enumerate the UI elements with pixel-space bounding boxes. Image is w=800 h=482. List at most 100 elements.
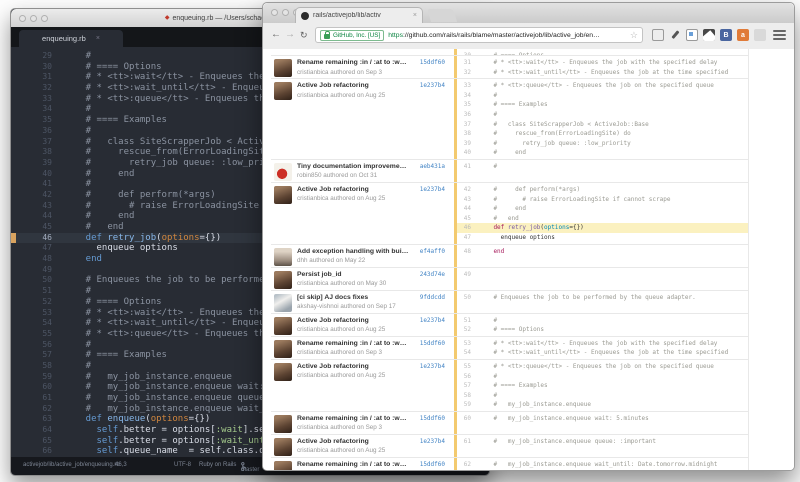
ev-certificate-badge[interactable]: GitHub, Inc. [US] xyxy=(320,30,384,41)
blame-commit-cell: Active Job refactoringcristianbica autho… xyxy=(271,79,454,159)
commit-title: Rename remaining :in / :at to :wait ... xyxy=(297,461,409,468)
editor-code-text: # rescue_from(ErrorLoadingSite) do xyxy=(64,147,292,158)
buffer-extension-icon[interactable]: B xyxy=(720,29,732,41)
editor-tab-enqueuing[interactable]: enqueuing.rb × xyxy=(19,30,123,47)
blame-code-line: 61 # my_job_instance.enqueue queue: :imp… xyxy=(457,437,748,447)
code-segment: # xyxy=(479,317,497,324)
commit-sha-link[interactable]: 1e237b4 xyxy=(409,82,445,159)
avatar xyxy=(274,271,292,289)
line-number[interactable]: 41 xyxy=(457,162,479,172)
line-number[interactable]: 58 xyxy=(457,391,479,401)
avatar xyxy=(274,163,292,181)
back-button[interactable]: ← xyxy=(271,28,281,42)
line-number[interactable]: 57 xyxy=(457,381,479,391)
editor-code-text: # end xyxy=(64,211,134,222)
wrench-extension-icon[interactable] xyxy=(669,29,681,41)
editor-code-text: # xyxy=(64,361,91,372)
code-segment: # my_job_instance.enqueue xyxy=(64,372,232,382)
line-number[interactable]: 53 xyxy=(457,339,479,349)
minimize-window-button[interactable] xyxy=(282,9,289,16)
line-number[interactable]: 43 xyxy=(457,195,479,205)
blame-commit-cell: Active Job refactoringcristianbica autho… xyxy=(271,314,454,336)
line-number[interactable]: 52 xyxy=(457,325,479,335)
commit-sha-link[interactable]: 243d74e xyxy=(409,271,445,290)
line-number[interactable]: 61 xyxy=(457,437,479,447)
line-number[interactable]: 47 xyxy=(457,233,479,243)
commit-sha-link[interactable]: 1e237b4 xyxy=(409,317,445,336)
line-number[interactable]: 36 xyxy=(457,110,479,120)
line-number[interactable]: 55 xyxy=(457,362,479,372)
commit-sha-link[interactable]: 15ddf60 xyxy=(409,415,445,434)
editor-code-text: def retry_job(options={}) xyxy=(64,233,221,244)
line-number[interactable]: 38 xyxy=(457,129,479,139)
commit-sha-link[interactable]: ef4aff0 xyxy=(409,248,445,267)
code-text xyxy=(479,270,748,280)
screenshot-extension-icon[interactable] xyxy=(686,29,698,41)
line-number[interactable]: 35 xyxy=(457,100,479,110)
chrome-menu-icon[interactable] xyxy=(773,30,786,40)
line-number[interactable]: 39 xyxy=(457,139,479,149)
editor-line-number: 59 xyxy=(16,372,64,383)
blame-code-line: 39 # retry_job queue: :low_priority xyxy=(457,139,748,149)
line-number[interactable]: 62 xyxy=(457,460,479,470)
line-number[interactable]: 59 xyxy=(457,400,479,410)
minimize-window-button[interactable] xyxy=(30,15,37,22)
commit-sha-link[interactable]: 1e237b4 xyxy=(409,363,445,411)
blame-code-lines: 62 # my_job_instance.enqueue wait_until:… xyxy=(454,458,748,470)
line-number[interactable]: 32 xyxy=(457,68,479,78)
forward-button[interactable]: → xyxy=(285,28,295,42)
zoom-window-button[interactable] xyxy=(41,15,48,22)
editor-code-text: def enqueue(options={}) xyxy=(64,414,210,425)
line-number[interactable]: 34 xyxy=(457,91,479,101)
line-number[interactable]: 49 xyxy=(457,270,479,280)
commit-sha-link[interactable]: aeb431a xyxy=(409,163,445,182)
browser-tab[interactable]: rails/activejob/lib/activ × xyxy=(295,7,423,23)
bookmark-star-icon[interactable]: ☆ xyxy=(630,30,638,41)
code-text: def retry_job(options={}) xyxy=(479,223,748,233)
code-text: # my_job_instance.enqueue wait: 5.minute… xyxy=(479,414,748,424)
url-text[interactable]: https://github.com/rails/rails/blame/mas… xyxy=(388,32,626,39)
line-number[interactable]: 33 xyxy=(457,81,479,91)
line-number[interactable]: 48 xyxy=(457,247,479,257)
contrast-extension-icon[interactable] xyxy=(703,29,715,41)
line-number[interactable]: 51 xyxy=(457,316,479,326)
address-bar[interactable]: GitHub, Inc. [US] https://github.com/rai… xyxy=(315,27,643,43)
line-number[interactable]: 40 xyxy=(457,148,479,158)
new-tab-button[interactable] xyxy=(427,9,457,22)
close-window-button[interactable] xyxy=(271,9,278,16)
close-window-button[interactable] xyxy=(19,15,26,22)
tab-close-icon[interactable]: × xyxy=(96,35,100,42)
translate-extension-icon[interactable]: a xyxy=(737,29,749,41)
commit-info: Rename remaining :in / :at to :wait ...c… xyxy=(297,340,409,359)
commit-sha-link[interactable]: 9fddcdd xyxy=(409,294,445,313)
reload-button[interactable]: ↻ xyxy=(300,28,308,42)
line-number[interactable]: 37 xyxy=(457,120,479,130)
commit-sha-link[interactable]: 15ddf60 xyxy=(409,59,445,78)
blame-code-line: 32 # * <tt>:wait_until</tt> - Enqueues t… xyxy=(457,68,748,78)
line-number[interactable]: 46 xyxy=(457,223,479,233)
code-text: # xyxy=(479,316,748,326)
line-number[interactable]: 31 xyxy=(457,58,479,68)
line-number[interactable]: 54 xyxy=(457,348,479,358)
editor-line-number: 31 xyxy=(16,72,64,83)
commit-sha-link[interactable]: 15ddf60 xyxy=(409,340,445,359)
tab-close-icon[interactable]: × xyxy=(413,12,417,19)
commit-sha-link[interactable]: 15ddf60 xyxy=(409,461,445,470)
editor-line-number: 65 xyxy=(16,436,64,447)
code-segment: # xyxy=(64,286,91,296)
line-number[interactable]: 50 xyxy=(457,293,479,303)
commit-sha-link[interactable]: 1e237b4 xyxy=(409,186,445,244)
disabled-extension-icon[interactable] xyxy=(754,29,766,41)
editor-line-number: 63 xyxy=(16,414,64,425)
line-number[interactable]: 56 xyxy=(457,372,479,382)
editor-code-text: # ==== Examples xyxy=(64,115,167,126)
commit-sha-link[interactable]: 1e237b4 xyxy=(409,438,445,457)
line-number[interactable]: 42 xyxy=(457,185,479,195)
status-cursor-position: 46,3 xyxy=(115,462,127,468)
line-number[interactable]: 60 xyxy=(457,414,479,424)
line-number[interactable]: 45 xyxy=(457,214,479,224)
screen-share-extension-icon[interactable] xyxy=(652,29,664,41)
line-number[interactable]: 44 xyxy=(457,204,479,214)
editor-line-number: 39 xyxy=(16,158,64,169)
code-text: end xyxy=(479,247,748,257)
